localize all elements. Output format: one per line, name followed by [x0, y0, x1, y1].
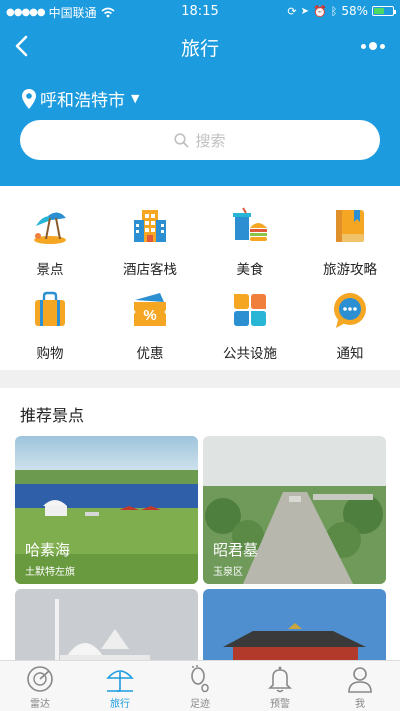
alarm-icon: ⏰ [313, 4, 327, 18]
battery-percent: 58% [341, 4, 368, 18]
tab-travel[interactable]: 旅行 [80, 661, 160, 711]
tab-me[interactable]: 我 [320, 661, 400, 711]
tab-label: 足迹 [190, 699, 210, 710]
battery-icon [372, 6, 396, 16]
spot-photo [15, 589, 198, 660]
city-name: 呼和浩特市 [40, 91, 125, 111]
tab-label: 预警 [270, 699, 290, 710]
app-header: ●●●●● 中国联通 18:15 ⟳ ➤ ⏰ ᛒ 58% 旅行 呼和浩特市 ▼ … [0, 0, 400, 186]
nav-bar: 旅行 [0, 26, 400, 66]
spot-area: 土默特左旗 [25, 567, 75, 578]
facilities-grid-icon [234, 294, 266, 326]
chevron-left-icon [15, 35, 28, 57]
spot-card-temple[interactable] [203, 589, 386, 660]
category-label: 酒店客栈 [123, 262, 177, 278]
tab-label: 雷达 [30, 699, 50, 710]
page-title: 旅行 [180, 38, 219, 60]
more-dot-icon [361, 43, 366, 49]
spot-photo [15, 436, 198, 584]
category-guide[interactable]: 旅游攻略 [300, 206, 400, 278]
category-discount[interactable]: % 优惠 [100, 290, 200, 362]
travel-umbrella-icon [106, 670, 134, 693]
spot-card-hasuhai[interactable]: 哈素海 土默特左旗 [15, 436, 198, 584]
bell-icon [268, 666, 292, 693]
tab-footprint[interactable]: 足迹 [160, 661, 240, 711]
back-button[interactable] [8, 30, 36, 62]
spot-area: 玉泉区 [213, 567, 243, 578]
svg-text:%: % [143, 307, 156, 324]
search-icon [174, 132, 189, 147]
category-label: 通知 [336, 346, 364, 362]
spot-photo [203, 436, 386, 584]
guide-book-icon [336, 210, 364, 242]
bluetooth-icon: ᛒ [330, 4, 338, 18]
search-placeholder: 搜索 [195, 131, 226, 150]
category-grid: 景点 酒店客栈 美食 旅游攻略 购物 % 优惠 公共设施 通知 [0, 186, 400, 370]
category-label: 旅游攻略 [323, 262, 377, 278]
tab-bar: 雷达 旅行 足迹 预警 我 [0, 660, 400, 711]
search-input[interactable]: 搜索 [20, 120, 380, 160]
beach-umbrella-icon [34, 212, 66, 244]
tab-label: 我 [355, 699, 365, 710]
category-facilities[interactable]: 公共设施 [200, 290, 300, 362]
category-label: 公共设施 [223, 346, 277, 362]
spot-name: 哈素海 [25, 541, 71, 559]
spot-name: 昭君墓 [213, 541, 259, 559]
category-scenic[interactable]: 景点 [0, 206, 100, 278]
spot-photo [203, 589, 386, 660]
more-dot-icon [369, 42, 377, 50]
category-hotel[interactable]: 酒店客栈 [100, 206, 200, 278]
city-selector[interactable]: 呼和浩特市 ▼ [22, 86, 139, 111]
category-label: 购物 [36, 346, 64, 362]
hotel-building-icon [134, 210, 166, 242]
category-label: 优惠 [136, 346, 164, 362]
category-shopping[interactable]: 购物 [0, 290, 100, 362]
tab-radar[interactable]: 雷达 [0, 661, 80, 711]
burger-drink-icon [233, 207, 267, 241]
more-dot-icon [380, 43, 385, 49]
tab-label: 旅行 [110, 699, 130, 710]
status-bar: ●●●●● 中国联通 18:15 ⟳ ➤ ⏰ ᛒ 58% [0, 0, 400, 22]
location-pin-icon [22, 88, 36, 109]
category-label: 美食 [236, 262, 264, 278]
tab-alert[interactable]: 预警 [240, 661, 320, 711]
spot-card-mosque[interactable] [15, 589, 198, 660]
category-label: 景点 [36, 262, 64, 278]
discount-ticket-icon: % [134, 293, 166, 326]
caret-down-icon: ▼ [131, 92, 140, 105]
footprint-icon [191, 665, 209, 693]
more-button[interactable] [360, 36, 386, 56]
person-icon [348, 667, 372, 693]
category-notice[interactable]: 通知 [300, 290, 400, 362]
recommended-spots: 推荐景点 哈素海 土默特左旗 昭君墓 玉泉区 [0, 388, 400, 660]
location-arrow-icon: ➤ [300, 5, 310, 17]
spot-card-zhaojunmu[interactable]: 昭君墓 玉泉区 [203, 436, 386, 584]
category-food[interactable]: 美食 [200, 206, 300, 278]
rotation-lock-icon: ⟳ [287, 4, 297, 18]
section-title: 推荐景点 [20, 406, 85, 425]
radar-icon [27, 666, 53, 692]
shopping-bag-icon [35, 291, 65, 326]
chat-bubble-icon [334, 293, 366, 328]
